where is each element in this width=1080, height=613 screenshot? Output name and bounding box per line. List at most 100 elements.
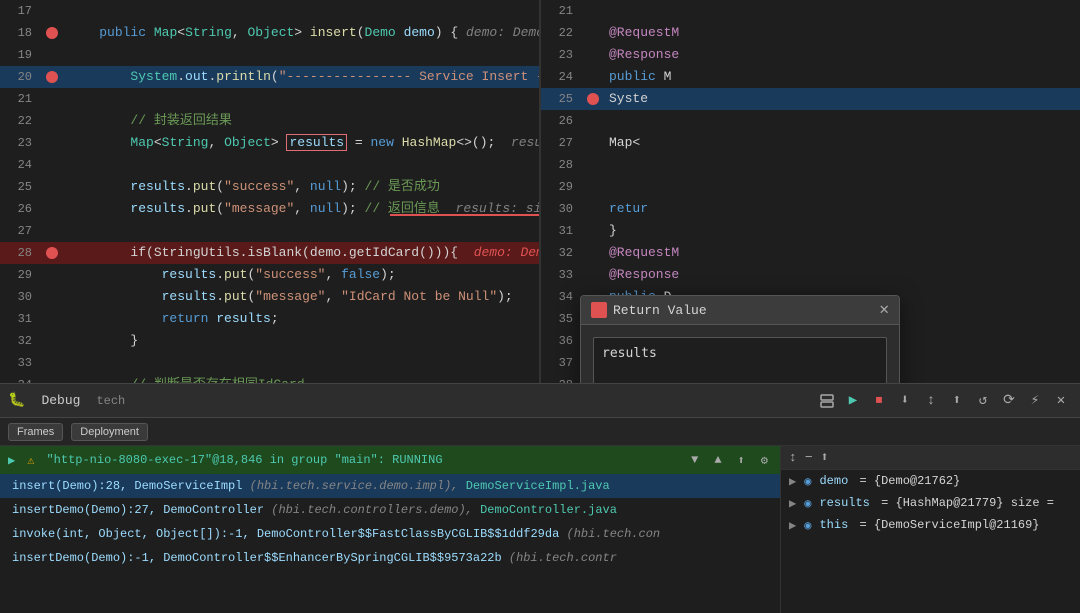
code-line-33: 33 <box>0 352 539 374</box>
var-this-name: this <box>819 518 848 532</box>
debug-btn-server[interactable] <box>816 390 838 412</box>
code-area: 17 18 public Map<String, Object> insert(… <box>0 0 1080 383</box>
var-results-name: results <box>819 496 869 510</box>
thread-text: "http-nio-8080-exec-17"@18,846 in group … <box>46 453 442 467</box>
stack-frame-3[interactable]: insertDemo(Demo):-1, DemoController$$Enh… <box>0 546 780 570</box>
code-line-20: 20 System.out.println("---------------- … <box>0 66 539 88</box>
stack-frame-2-method: invoke(int, Object, Object[]):-1, DemoCo… <box>12 527 559 541</box>
stack-list: insert(Demo):28, DemoServiceImpl (hbi.te… <box>0 474 780 613</box>
debug-btn-evaluate[interactable]: ⟳ <box>998 390 1020 412</box>
debug-btn-step-into[interactable]: ↕ <box>920 390 942 412</box>
stack-frame-2[interactable]: invoke(int, Object, Object[]):-1, DemoCo… <box>0 522 780 546</box>
stack-frame-0[interactable]: insert(Demo):28, DemoServiceImpl (hbi.te… <box>0 474 780 498</box>
debug-icon: 🐛 <box>8 392 25 409</box>
stack-frame-0-file: DemoServiceImpl.java <box>466 479 610 493</box>
thread-filter-icon[interactable]: ⬆ <box>738 453 745 468</box>
dialog-title-bar: Return Value ✕ <box>581 296 899 325</box>
code-line-26: 26 results.put("message", null); // 返回信息… <box>0 198 539 220</box>
code-line-30: 30 results.put("message", "IdCard Not be… <box>0 286 539 308</box>
code-line-29: 29 results.put("success", false); <box>0 264 539 286</box>
code-line-32: 32 } <box>0 330 539 352</box>
stack-frame-0-location: (hbi.tech.service.demo.impl), <box>250 479 459 493</box>
thread-up-icon[interactable]: ▲ <box>714 453 721 467</box>
stack-frame-1-location: (hbi.tech.controllers.demo), <box>271 503 473 517</box>
thread-expand-icon[interactable]: ▼ <box>691 453 698 467</box>
code-line-34: 34 // 判断是否存在相同IdCard <box>0 374 539 383</box>
dialog-body: results <box>581 325 899 383</box>
code-lines: 17 18 public Map<String, Object> insert(… <box>0 0 539 383</box>
breakpoint-28[interactable] <box>46 247 58 259</box>
code-line-19: 19 <box>0 44 539 66</box>
left-code-panel: 17 18 public Map<String, Object> insert(… <box>0 0 540 383</box>
deployment-button[interactable]: Deployment <box>71 423 148 441</box>
stack-frame-1-file: DemoController.java <box>480 503 617 517</box>
thread-warning-icon: ⚠ <box>27 453 34 468</box>
return-value-input[interactable]: results <box>593 337 887 383</box>
debug-btn-step-out[interactable]: ⬆ <box>946 390 968 412</box>
var-expand-results[interactable]: ▶ <box>789 496 796 511</box>
debug-btn-resume[interactable]: ▶ <box>842 390 864 412</box>
breakpoint-25[interactable] <box>587 93 599 105</box>
stack-frame-1[interactable]: insertDemo(Demo):27, DemoController (hbi… <box>0 498 780 522</box>
frames-panel: ▶ ⚠ "http-nio-8080-exec-17"@18,846 in gr… <box>0 446 780 613</box>
code-line-24: 24 <box>0 154 539 176</box>
right-line-24: 24 public M <box>541 66 1080 88</box>
stack-frame-0-method: insert(Demo):28, DemoServiceImpl <box>12 479 242 493</box>
debug-btn-run-cursor[interactable]: ↺ <box>972 390 994 412</box>
breakpoint-18[interactable] <box>46 27 58 39</box>
var-expand-all-icon[interactable]: ↕ <box>789 450 797 465</box>
right-line-33: 33 @Response <box>541 264 1080 286</box>
dialog-icon <box>591 302 607 318</box>
code-line-31: 31 return results; <box>0 308 539 330</box>
right-line-22: 22 @RequestM <box>541 22 1080 44</box>
thread-settings-icon[interactable]: ⚙ <box>761 453 768 468</box>
var-item-results[interactable]: ▶ ◉ results = {HashMap@21779} size = <box>781 492 1080 514</box>
var-results-icon: ◉ <box>804 496 811 511</box>
right-line-29: 29 <box>541 176 1080 198</box>
var-toolbar: ↕ − ⬆ <box>781 446 1080 470</box>
var-demo-name: demo <box>819 474 848 488</box>
debug-area: 🐛 Debug tech ▶ ⏹ ⬇ ↕ ⬆ ↺ ⟳ ⚡ ✕ Frames De… <box>0 383 1080 613</box>
debug-content: ▶ ⚠ "http-nio-8080-exec-17"@18,846 in gr… <box>0 446 1080 613</box>
debug-toolbar: 🐛 Debug tech ▶ ⏹ ⬇ ↕ ⬆ ↺ ⟳ ⚡ ✕ <box>0 384 1080 418</box>
debug-btn-more[interactable]: ⚡ <box>1024 390 1046 412</box>
thread-row: ▶ ⚠ "http-nio-8080-exec-17"@18,846 in gr… <box>0 446 780 474</box>
debug-tab-label[interactable]: Debug <box>33 389 88 412</box>
var-results-eq: = {HashMap@21779} size = <box>874 496 1054 510</box>
debug-btn-settings[interactable]: ✕ <box>1050 390 1072 412</box>
right-line-21: 21 <box>541 0 1080 22</box>
code-line-23: 23 Map<String, Object> results = new Has… <box>0 132 539 154</box>
var-demo-eq: = {Demo@21762} <box>852 474 960 488</box>
stack-frame-1-method: insertDemo(Demo):27, DemoController <box>12 503 264 517</box>
dialog-title: Return Value <box>613 303 707 318</box>
return-value-dialog[interactable]: Return Value ✕ results ? OK Cancel <box>580 295 900 383</box>
frames-button[interactable]: Frames <box>8 423 63 441</box>
stack-frame-3-location: (hbi.tech.contr <box>509 551 617 565</box>
right-line-32: 32 @RequestM <box>541 242 1080 264</box>
var-expand-demo[interactable]: ▶ <box>789 474 796 489</box>
var-sort-icon[interactable]: ⬆ <box>821 450 829 465</box>
var-item-demo[interactable]: ▶ ◉ demo = {Demo@21762} <box>781 470 1080 492</box>
thread-play-icon: ▶ <box>8 453 15 468</box>
right-line-31: 31 } <box>541 220 1080 242</box>
dialog-close-button[interactable]: ✕ <box>879 302 889 318</box>
var-expand-this[interactable]: ▶ <box>789 518 796 533</box>
frames-bar: Frames Deployment <box>0 418 1080 446</box>
var-collapse-icon[interactable]: − <box>805 450 813 465</box>
debug-btn-step-over[interactable]: ⬇ <box>894 390 916 412</box>
code-line-25: 25 results.put("success", null); // 是否成功 <box>0 176 539 198</box>
code-line-21: 21 <box>0 88 539 110</box>
right-line-25: 25 Syste <box>541 88 1080 110</box>
stack-frame-2-location: (hbi.tech.con <box>567 527 661 541</box>
breakpoint-20[interactable] <box>46 71 58 83</box>
code-line-28: 28 if(StringUtils.isBlank(demo.getIdCard… <box>0 242 539 264</box>
main-container: 17 18 public Map<String, Object> insert(… <box>0 0 1080 613</box>
code-line-27: 27 <box>0 220 539 242</box>
variables-panel: ↕ − ⬆ ▶ ◉ demo = {Demo@21762} ▶ ◉ result… <box>780 446 1080 613</box>
right-line-27: 27 Map< <box>541 132 1080 154</box>
debug-btn-stop[interactable]: ⏹ <box>868 390 890 412</box>
stack-frame-3-method: insertDemo(Demo):-1, DemoController$$Enh… <box>12 551 502 565</box>
code-line-18: 18 public Map<String, Object> insert(Dem… <box>0 22 539 44</box>
code-line-17: 17 <box>0 0 539 22</box>
var-item-this[interactable]: ▶ ◉ this = {DemoServiceImpl@21169} <box>781 514 1080 536</box>
